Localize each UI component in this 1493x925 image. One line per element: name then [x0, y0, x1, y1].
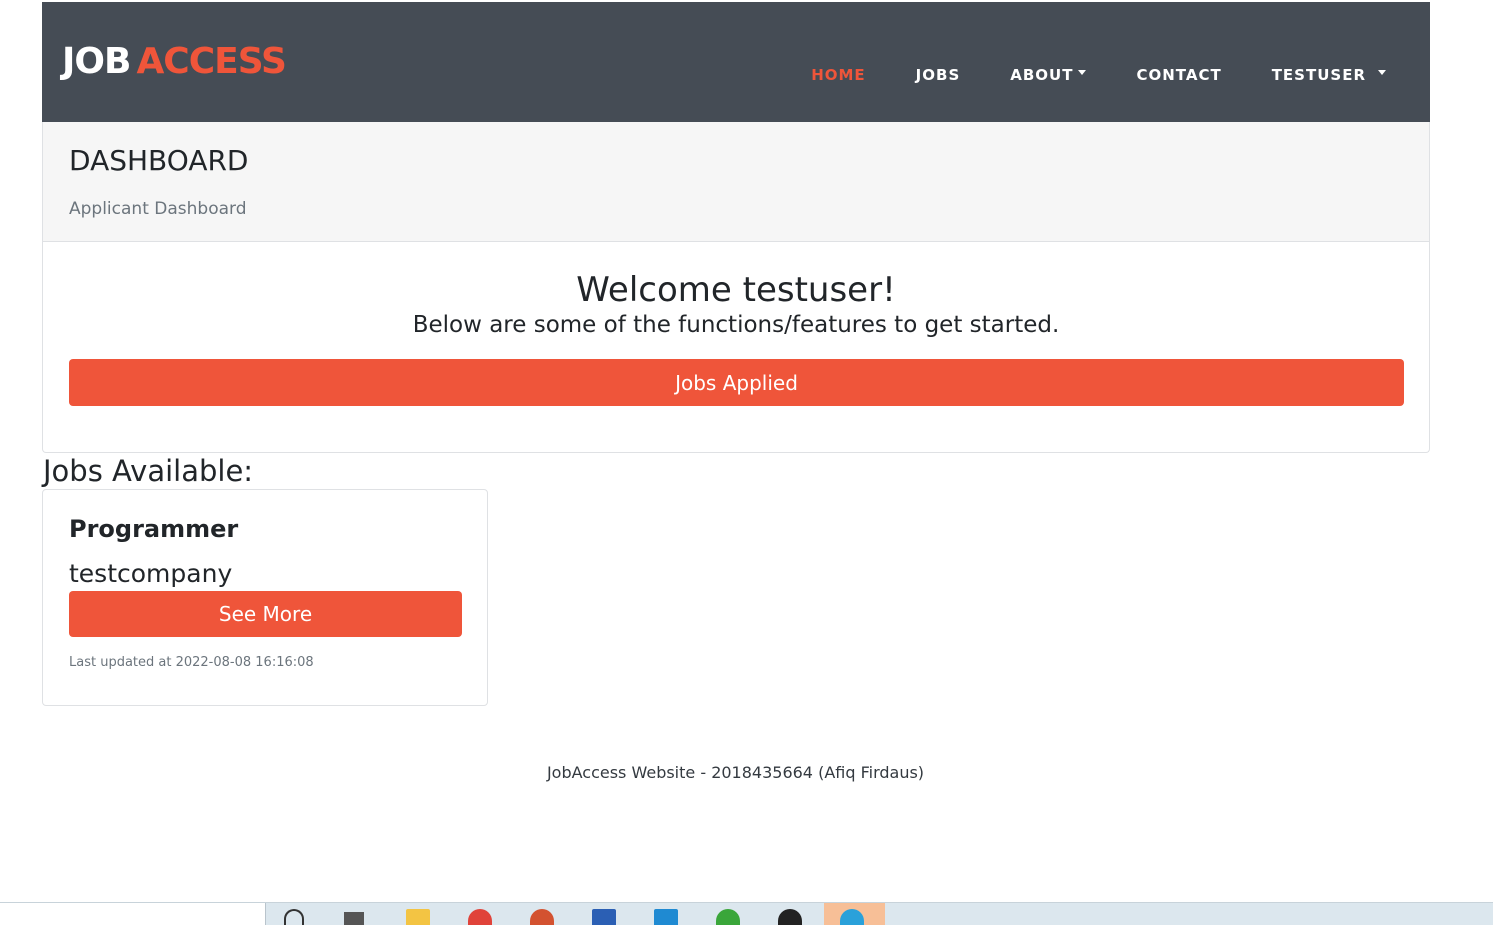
- dashboard-header: DASHBOARD Applicant Dashboard: [43, 122, 1429, 242]
- nav-user-dropdown[interactable]: TESTUSER: [1272, 64, 1386, 86]
- navbar: JOB ACCESS HOME JOBS ABOUT CONTACT TESTUS…: [42, 2, 1430, 122]
- nav-links: HOME JOBS ABOUT CONTACT TESTUSER: [761, 64, 1386, 86]
- search-icon[interactable]: [284, 909, 304, 925]
- footer-text: JobAccess Website - 2018435664 (Afiq Fir…: [546, 763, 925, 782]
- os-taskbar: [0, 902, 1493, 925]
- job-company: testcompany: [69, 559, 233, 588]
- job-title: Programmer: [69, 515, 239, 543]
- job-card: Programmer testcompany See More Last upd…: [42, 489, 488, 706]
- file-explorer-icon[interactable]: [406, 909, 430, 925]
- nav-home-label: HOME: [811, 66, 866, 84]
- nav-jobs-label: JOBS: [915, 66, 961, 84]
- jobs-available-heading: Jobs Available:: [43, 454, 254, 488]
- page-title: DASHBOARD: [69, 144, 249, 177]
- welcome-subtext: Below are some of the functions/features…: [412, 312, 1060, 338]
- taskbar-search-box[interactable]: [0, 903, 266, 925]
- nav-jobs[interactable]: JOBS: [916, 64, 961, 86]
- nav-about-dropdown[interactable]: ABOUT: [1010, 64, 1087, 86]
- powerpoint-icon[interactable]: [530, 909, 554, 925]
- nav-user-label: TESTUSER: [1271, 66, 1366, 84]
- job-last-updated: Last updated at 2022-08-08 16:16:08: [69, 655, 314, 670]
- app-icon[interactable]: [716, 909, 740, 925]
- nav-contact-label: CONTACT: [1136, 66, 1222, 84]
- welcome-heading: Welcome testuser!: [576, 270, 896, 310]
- brand-part-job: JOB: [62, 41, 131, 82]
- caret-down-icon: [1378, 69, 1386, 75]
- dashboard-card: DASHBOARD Applicant Dashboard Welcome te…: [42, 122, 1430, 453]
- caret-down-icon: [1078, 69, 1087, 75]
- chrome-icon[interactable]: [468, 909, 492, 925]
- github-icon[interactable]: [778, 909, 802, 925]
- brand-part-access: ACCESS: [136, 41, 287, 82]
- see-more-button[interactable]: See More: [69, 591, 462, 637]
- page-subtitle: Applicant Dashboard: [69, 199, 247, 219]
- nav-about-label: ABOUT: [1010, 66, 1074, 84]
- brand-logo[interactable]: JOB ACCESS: [62, 40, 287, 84]
- vscode-icon[interactable]: [654, 909, 678, 925]
- page: JOB ACCESS HOME JOBS ABOUT CONTACT TESTUS…: [0, 0, 1493, 925]
- nav-contact[interactable]: CONTACT: [1136, 64, 1221, 86]
- jobs-applied-button[interactable]: Jobs Applied: [69, 359, 1404, 406]
- nav-home[interactable]: HOME: [811, 64, 865, 86]
- word-icon[interactable]: [592, 909, 616, 925]
- task-view-icon[interactable]: [344, 912, 364, 925]
